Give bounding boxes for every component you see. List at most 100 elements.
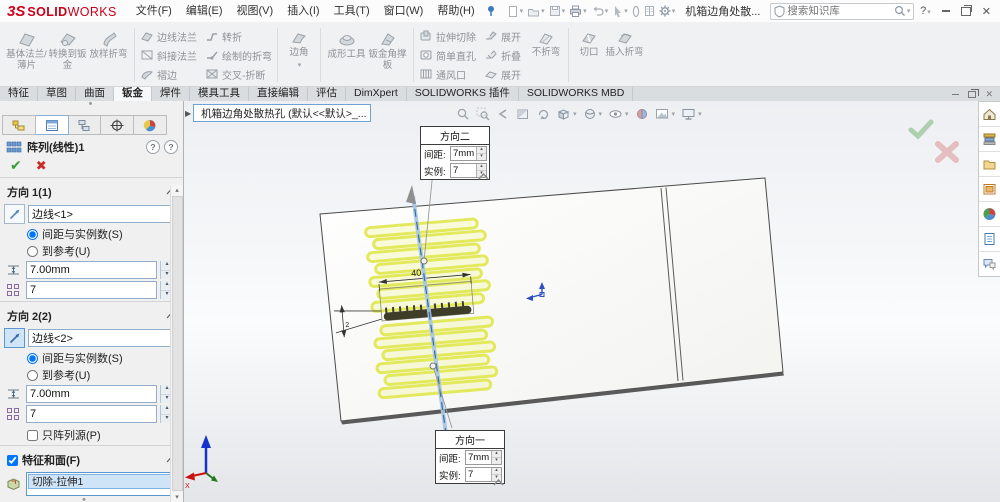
sketched-bend-button[interactable]: 绘制的折弯 [205,48,272,63]
direction2-header[interactable]: 方向 2(2) [0,304,183,326]
forming-tool-button[interactable]: 成形工具 [326,26,367,84]
open-document-icon[interactable]: ▾ [525,4,547,19]
tab-evaluate[interactable]: 评估 [308,87,346,101]
direction1-instances-field[interactable] [26,281,157,299]
tab-weldments[interactable]: 焊件 [152,87,190,101]
direction2-spacing-field[interactable] [26,385,157,403]
direction1-spacing-field[interactable] [26,261,157,279]
direction2-callout[interactable]: 方向二 间距: ▴▾ 实例: ▴▾ [420,126,490,180]
direction1-callout[interactable]: 方向一 间距: ▴▾ 实例: ▴▾ [435,430,505,484]
file-explorer-icon[interactable] [979,152,1000,177]
tab-features[interactable]: 特征 [0,87,38,101]
tab-mold-tools[interactable]: 模具工具 [190,87,249,101]
features-selection-list[interactable]: 切除-拉伸1 [26,472,173,496]
no-bends-button[interactable]: 不折弯 [529,26,563,84]
confirm-ok-icon[interactable] [908,118,934,140]
feature-tree-root[interactable]: 机箱边角处散热孔 (默认<<默认>_... [193,104,372,122]
direction2-edge-field[interactable] [28,329,173,347]
knowledge-search-box[interactable]: ▾ [770,2,915,20]
scroll-up-icon[interactable]: ▴ [175,186,179,194]
base-flange-button[interactable]: 基体法兰/薄片 [6,26,47,84]
options-gear-icon[interactable]: ▾ [657,4,678,18]
direction2-callout-collapse-icon[interactable] [478,173,489,180]
help-icon[interactable]: ? [164,139,178,154]
apply-scene-icon[interactable]: ▾ [655,107,675,121]
design-library-icon[interactable] [979,127,1000,152]
menu-file[interactable]: 文件(F) [129,1,179,22]
miter-flange-button[interactable]: 斜接法兰 [140,48,197,63]
edit-appearance-icon[interactable] [635,107,649,121]
fold-button[interactable]: 折叠 [484,48,521,63]
panel-bottom-grip[interactable]: ⦁ [0,496,170,502]
search-icon[interactable] [894,5,906,17]
custom-properties-icon[interactable] [979,227,1000,252]
jog-button[interactable]: 转折 [205,29,272,44]
zoom-fit-icon[interactable] [456,107,470,121]
print-icon[interactable]: ▾ [567,4,589,18]
dimxpert-manager-tab[interactable] [101,115,135,135]
property-manager-tab[interactable] [35,115,69,135]
zoom-area-icon[interactable] [476,107,490,121]
features-faces-checkbox[interactable] [7,454,18,466]
direction2-callout-spacing-field[interactable]: ▴▾ [450,146,487,161]
sheetmetal-gusset-button[interactable]: 钣金角撑板 [367,26,408,84]
solidworks-forum-icon[interactable] [979,252,1000,276]
tree-expand-icon[interactable]: ▶ [185,109,191,118]
direction1-reference-radio[interactable] [27,245,38,257]
help-button[interactable]: ?▾ [920,5,931,17]
solidworks-resources-icon[interactable] [979,102,1000,127]
view-settings-icon[interactable]: ▾ [681,107,702,121]
restore-button[interactable] [960,4,972,16]
feedback-icon[interactable]: ? [146,139,160,154]
extruded-cut-button[interactable]: 拉伸切除 [419,29,476,44]
features-faces-header[interactable]: 特征和面(F) [0,448,183,470]
edge-flange-button[interactable]: 边线法兰 [140,29,197,44]
direction2-spacing-radio[interactable] [27,352,38,364]
configuration-manager-tab[interactable] [68,115,102,135]
lofted-bend-button[interactable]: 放样折弯 [88,26,129,84]
attachments-icon[interactable] [630,4,642,19]
view-orientation-icon[interactable]: ▾ [556,107,577,121]
view-palette-icon[interactable] [979,177,1000,202]
menu-edit[interactable]: 编辑(E) [179,1,230,22]
display-manager-tab[interactable] [134,115,167,135]
ok-button[interactable]: ✔ [10,158,22,172]
unfold-button[interactable]: 展开 [484,29,521,44]
direction1-spacing-radio[interactable] [27,228,38,240]
doc-restore-button[interactable] [968,88,980,98]
view-list-icon[interactable] [642,4,657,18]
undo-icon[interactable]: ▾ [589,4,611,18]
selected-feature-item[interactable]: 切除-拉伸1 [28,474,171,489]
direction2-reference-radio[interactable] [27,369,38,381]
save-icon[interactable]: ▾ [547,4,568,18]
close-button[interactable]: ✕ [982,5,991,18]
direction1-header[interactable]: 方向 1(1) [0,180,183,202]
search-input[interactable] [785,4,894,18]
tab-sw-mbd[interactable]: SOLIDWORKS MBD [519,87,634,101]
flatten-button[interactable]: 展开 [484,67,521,82]
direction2-instances-field[interactable] [26,405,157,423]
spinner[interactable]: ▴ ▾ [476,147,486,160]
tab-sheet-metal[interactable]: 钣金 [114,87,152,101]
cross-break-button[interactable]: 交叉-折断 [205,67,272,82]
menu-window[interactable]: 窗口(W) [377,1,431,22]
direction1-callout-spacing-field[interactable]: ▴▾ [465,450,502,465]
hide-show-items-icon[interactable]: ▾ [608,107,629,121]
minimize-button[interactable] [941,10,950,12]
scroll-down-icon[interactable]: ▾ [175,493,179,501]
tab-sw-addins[interactable]: SOLIDWORKS 插件 [407,87,519,101]
pattern-seed-only-checkbox[interactable] [27,429,38,441]
direction1-callout-collapse-icon[interactable] [493,479,504,486]
section-view-icon[interactable] [516,107,530,121]
simple-hole-button[interactable]: 简单直孔 [419,48,476,63]
menu-tools[interactable]: 工具(T) [327,1,377,22]
new-document-icon[interactable]: ▾ [505,4,526,19]
convert-to-sheetmetal-button[interactable]: 转换到钣金 [47,26,88,84]
panel-scrollbar[interactable]: ▴ ▾ [170,185,183,502]
menu-help[interactable]: 帮助(H) [430,1,481,22]
confirm-cancel-icon[interactable] [933,139,961,165]
spinner[interactable]: ▴ ▾ [491,451,501,464]
direction1-edge-field[interactable] [28,205,173,223]
doc-close-button[interactable]: ✕ [985,89,993,100]
pattern-direction2-icon[interactable] [4,328,25,348]
